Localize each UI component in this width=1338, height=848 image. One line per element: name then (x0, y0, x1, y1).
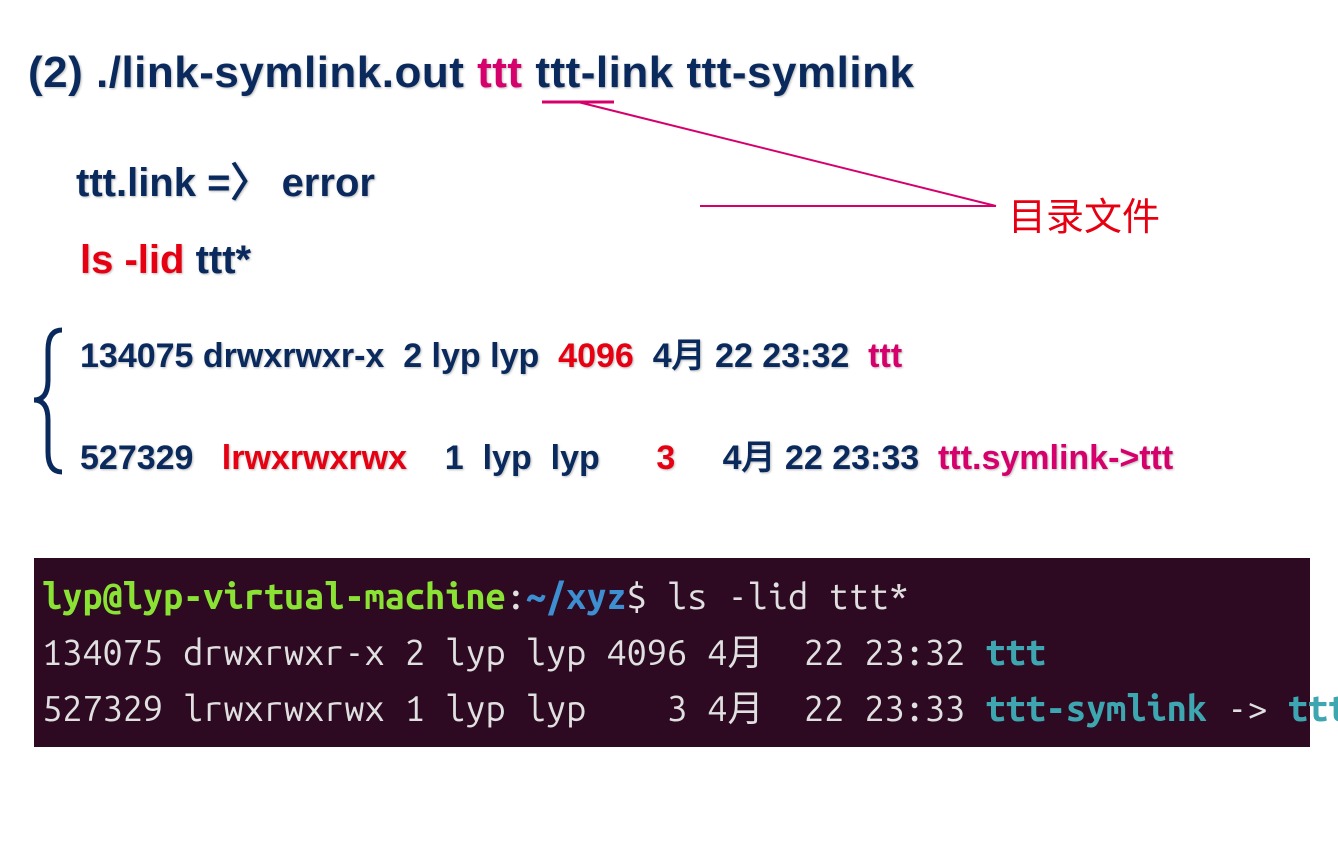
l2-perm: lrwxrwxrwx (222, 439, 407, 477)
listing-row-2: 527329 lrwxrwxrwx 1 lyp lyp 3 4月 22 23:3… (80, 430, 1173, 479)
l1-a: 134075 drwxrwxr-x 2 lyp lyp (80, 337, 558, 375)
terminal-user: lyp@lyp-virtual-machine (42, 575, 506, 616)
l1-name: ttt (868, 337, 902, 375)
l2-b: 1 lyp lyp (407, 439, 656, 477)
terminal-row-2-target: ttt (1288, 687, 1338, 728)
l2-size: 3 (656, 439, 675, 477)
document-body: (2) ./link-symlink.out ttt ttt-link ttt-… (0, 0, 1338, 848)
listing-row-1: 134075 drwxrwxr-x 2 lyp lyp 4096 4月 22 2… (80, 328, 902, 377)
title-prefix: (2) ./link-symlink.out (28, 48, 477, 97)
ls-arg: ttt* (184, 238, 251, 282)
l2-c: 4月 22 23:33 (675, 439, 938, 477)
title-arg1: ttt (477, 48, 522, 97)
terminal-row-1-a: 134075 drwxrwxr-x 2 lyp lyp 4096 4月 22 2… (42, 631, 985, 672)
annotation-label: 目录文件 (1008, 186, 1160, 241)
terminal-row-2-name: ttt-symlink (985, 687, 1207, 728)
terminal-row-1-name: ttt (985, 631, 1045, 672)
l1-b: 4月 22 23:32 (634, 337, 868, 375)
l1-size: 4096 (558, 337, 634, 375)
l2-name: ttt.symlink->ttt (938, 439, 1173, 477)
terminal-colon: : (506, 575, 526, 616)
error-line: ttt.link =〉 error (76, 150, 375, 208)
terminal-row-2-arrow: -> (1207, 687, 1288, 728)
title-line: (2) ./link-symlink.out ttt ttt-link ttt-… (28, 48, 914, 98)
l2-a: 527329 (80, 439, 222, 477)
ls-command-line: ls -lid ttt* (80, 238, 251, 283)
title-rest: ttt-link ttt-symlink (523, 48, 915, 97)
terminal-row-2-a: 527329 lrwxrwxrwx 1 lyp lyp 3 4月 22 23:3… (42, 687, 985, 728)
terminal-command: ls -lid ttt* (667, 575, 909, 616)
terminal-path: ~/xyz (526, 575, 627, 616)
terminal-prompt: $ (627, 575, 667, 616)
terminal-output: lyp@lyp-virtual-machine:~/xyz$ ls -lid t… (34, 558, 1310, 747)
ls-cmd: ls -lid (80, 238, 184, 282)
